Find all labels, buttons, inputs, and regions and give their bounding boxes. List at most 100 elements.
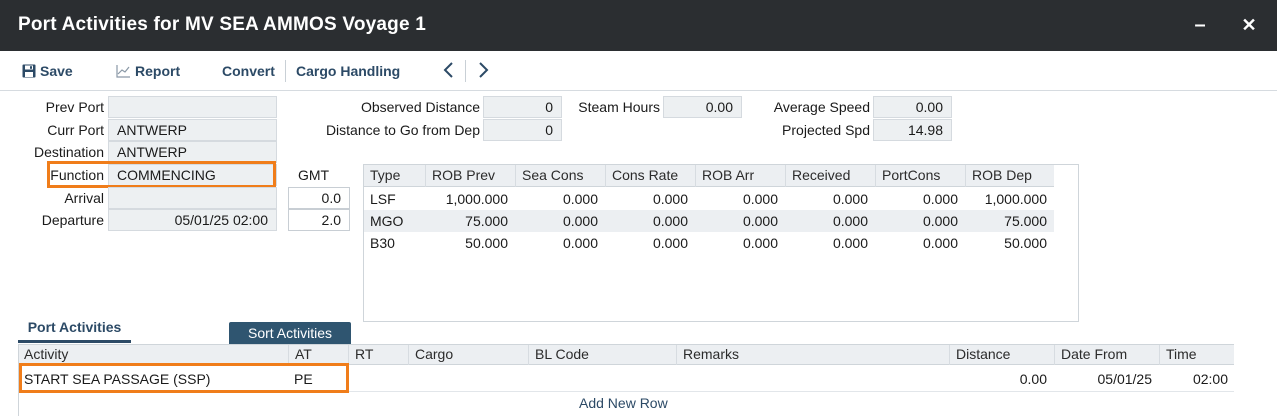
act-header-distance[interactable]: Distance — [949, 345, 1054, 365]
rob-cell-sea-cons: 0.000 — [562, 235, 598, 251]
rob-header-rob-prev[interactable]: ROB Prev — [425, 165, 515, 187]
rob-header-rob-arr[interactable]: ROB Arr — [695, 165, 785, 187]
rob-cell-portcons: 0.000 — [922, 213, 958, 229]
function-label: Function — [50, 167, 104, 183]
rob-cell-cons-rate: 0.000 — [652, 191, 688, 207]
observed-distance-field[interactable]: 0 — [483, 96, 562, 118]
rob-cell-rob-dep: 75.000 — [1004, 213, 1047, 229]
rob-header-portcons[interactable]: PortCons — [875, 165, 965, 187]
act-cell-rt — [354, 366, 404, 392]
add-new-row-link[interactable]: Add New Row — [579, 394, 668, 412]
rob-cell-rob-arr: 0.000 — [742, 191, 778, 207]
table-row[interactable]: LSF 1,000.000 0.000 0.000 0.000 0.000 0.… — [364, 188, 1054, 210]
save-icon — [22, 64, 36, 78]
gmt-departure-field[interactable]: 2.0 — [288, 209, 350, 231]
act-header-remarks[interactable]: Remarks — [676, 345, 949, 365]
projected-spd-label: Projected Spd — [782, 122, 870, 138]
rob-cell-portcons: 0.000 — [922, 191, 958, 207]
rob-cell-rob-dep: 50.000 — [1004, 235, 1047, 251]
rob-table-header: Type ROB Prev Sea Cons Cons Rate ROB Arr… — [364, 165, 1054, 187]
rob-cell-cons-rate: 0.000 — [652, 213, 688, 229]
act-header-cargo[interactable]: Cargo — [408, 345, 528, 365]
steam-hours-field[interactable]: 0.00 — [663, 96, 742, 118]
arrival-field[interactable] — [108, 187, 277, 209]
chart-icon — [116, 65, 130, 78]
act-cell-activity: START SEA PASSAGE (SSP) — [24, 371, 211, 387]
rob-cell-sea-cons: 0.000 — [562, 191, 598, 207]
rob-header-sea-cons[interactable]: Sea Cons — [515, 165, 605, 187]
rob-cell-rob-dep: 1,000.000 — [984, 191, 1047, 207]
act-header-date-from[interactable]: Date From — [1054, 345, 1159, 365]
report-label: Report — [135, 63, 181, 79]
act-cell-time: 02:00 — [1192, 371, 1228, 387]
act-cell-distance: 0.00 — [1019, 371, 1047, 387]
rob-cell-type: B30 — [370, 235, 395, 251]
act-cell-remarks — [682, 366, 944, 392]
rob-cell-cons-rate: 0.000 — [652, 235, 688, 251]
act-header-time[interactable]: Time — [1159, 345, 1234, 365]
prev-port-label: Prev Port — [45, 99, 104, 115]
chevron-right-icon[interactable] — [474, 59, 492, 81]
gmt-label: GMT — [298, 167, 330, 183]
departure-label: Departure — [41, 212, 104, 228]
save-label: Save — [40, 63, 73, 79]
rob-header-rob-dep[interactable]: ROB Dep — [965, 165, 1054, 187]
projected-spd-field[interactable]: 14.98 — [873, 119, 952, 141]
rob-header-cons-rate[interactable]: Cons Rate — [605, 165, 695, 187]
rob-header-type[interactable]: Type — [364, 165, 426, 187]
act-header-rt[interactable]: RT — [348, 345, 408, 365]
cargo-handling-button[interactable]: Cargo Handling — [296, 61, 400, 81]
toolbar-divider — [465, 60, 466, 82]
destination-field[interactable]: ANTWERP — [108, 141, 277, 163]
function-field[interactable]: COMMENCING — [108, 164, 277, 186]
act-cell-cargo — [414, 366, 524, 392]
toolbar-divider — [285, 60, 286, 82]
rob-cell-rob-arr: 0.000 — [742, 235, 778, 251]
report-button[interactable]: Report — [116, 61, 180, 81]
chevron-left-icon[interactable] — [440, 59, 458, 81]
rob-cell-received: 0.000 — [832, 235, 868, 251]
departure-field[interactable]: 05/01/25 02:00 — [108, 209, 277, 231]
act-cell-at: PE — [294, 371, 313, 387]
rob-table: Type ROB Prev Sea Cons Cons Rate ROB Arr… — [363, 164, 1079, 322]
prev-port-field[interactable] — [108, 96, 277, 118]
act-cell-date-from: 05/01/25 — [1097, 371, 1153, 387]
rob-cell-portcons: 0.000 — [922, 235, 958, 251]
table-row[interactable]: B30 50.000 0.000 0.000 0.000 0.000 0.000… — [364, 232, 1054, 254]
act-header-bl-code[interactable]: BL Code — [528, 345, 676, 365]
rob-header-received[interactable]: Received — [785, 165, 875, 187]
rob-cell-rob-arr: 0.000 — [742, 213, 778, 229]
act-header-activity[interactable]: Activity — [18, 345, 288, 365]
table-row[interactable]: MGO 75.000 0.000 0.000 0.000 0.000 0.000… — [364, 210, 1054, 232]
curr-port-label: Curr Port — [47, 122, 104, 138]
distance-to-go-field[interactable]: 0 — [483, 119, 562, 141]
tab-port-activities[interactable]: Port Activities — [18, 318, 131, 343]
convert-button[interactable]: Convert — [222, 61, 275, 81]
rob-cell-received: 0.000 — [832, 213, 868, 229]
observed-distance-label: Observed Distance — [360, 99, 480, 115]
rob-cell-received: 0.000 — [832, 191, 868, 207]
curr-port-field[interactable]: ANTWERP — [108, 119, 277, 141]
distance-to-go-label: Distance to Go from Dep — [325, 122, 480, 138]
gmt-arrival-field[interactable]: 0.0 — [288, 187, 350, 209]
average-speed-label: Average Speed — [773, 99, 870, 115]
title-bar: Port Activities for MV SEA AMMOS Voyage … — [0, 0, 1277, 51]
rob-cell-rob-prev: 50.000 — [465, 235, 508, 251]
destination-label: Destination — [33, 144, 104, 160]
window-title: Port Activities for MV SEA AMMOS Voyage … — [18, 14, 426, 35]
toolbar: Save Report Convert Cargo Handling — [0, 51, 1277, 91]
close-button[interactable]: ✕ — [1237, 12, 1261, 38]
sort-activities-button[interactable]: Sort Activities — [229, 322, 351, 345]
rob-cell-type: MGO — [370, 213, 404, 229]
rob-cell-type: LSF — [370, 191, 396, 207]
rob-cell-rob-prev: 75.000 — [465, 213, 508, 229]
grid-left-border — [18, 344, 19, 416]
average-speed-field[interactable]: 0.00 — [873, 96, 952, 118]
act-header-at[interactable]: AT — [288, 345, 348, 365]
activities-table-header: Activity AT RT Cargo BL Code Remarks Dis… — [18, 344, 1234, 365]
table-row[interactable]: START SEA PASSAGE (SSP) PE 0.00 05/01/25… — [18, 366, 1234, 392]
act-cell-bl-code — [534, 366, 672, 392]
arrival-label: Arrival — [64, 190, 104, 206]
save-button[interactable]: Save — [22, 61, 73, 81]
minimize-button[interactable]: – — [1188, 12, 1212, 38]
